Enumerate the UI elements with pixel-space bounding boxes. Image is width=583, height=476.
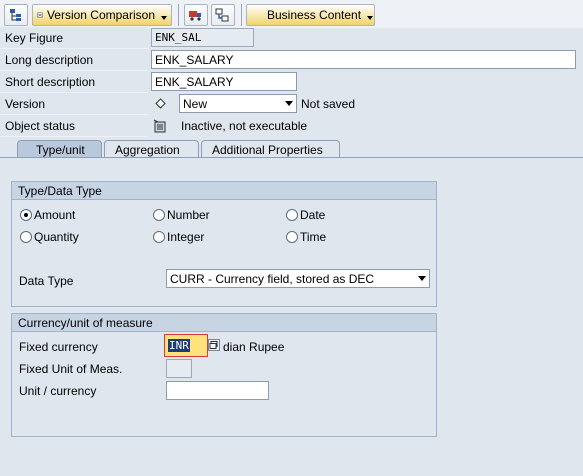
radio-number[interactable]: Number	[153, 208, 210, 222]
radio-icon	[153, 231, 165, 243]
radio-quantity[interactable]: Quantity	[20, 230, 79, 244]
fixed-unit-label: Fixed Unit of Meas.	[19, 362, 123, 376]
business-content-button[interactable]: Business Content	[246, 4, 375, 26]
version-row: Version New Not saved	[0, 93, 583, 115]
fixed-unit-field	[166, 359, 192, 378]
radio-label: Quantity	[34, 230, 79, 244]
currency-description: dian Rupee	[223, 340, 285, 354]
business-content-label: Business Content	[267, 8, 362, 22]
version-select[interactable]: New	[179, 94, 297, 113]
short-description-row: Short description ENK_SALARY	[0, 71, 583, 93]
transport-button[interactable]	[184, 4, 208, 26]
key-figure-label: Key Figure	[0, 27, 148, 49]
key-figure-row: Key Figure ENK_SAL	[0, 27, 583, 49]
inactive-object-icon	[153, 119, 166, 133]
dropdown-icon	[161, 16, 167, 20]
data-type-value: CURR - Currency field, stored as DEC	[170, 272, 375, 286]
radio-amount[interactable]: Amount	[20, 208, 75, 222]
unit-currency-label: Unit / currency	[19, 384, 97, 398]
group-title: Type/Data Type	[12, 182, 436, 200]
object-status-value: Inactive, not executable	[181, 119, 308, 133]
version-comparison-button[interactable]: Version Comparison	[32, 4, 172, 26]
group-title: Currency/unit of measure	[12, 314, 436, 332]
chevron-down-icon	[285, 101, 293, 106]
unit-currency-input[interactable]	[166, 381, 269, 400]
version-label: Version	[0, 93, 148, 115]
save-status: Not saved	[301, 97, 356, 111]
currency-unit-group: Currency/unit of measure Fixed currency …	[11, 313, 437, 437]
tab-panel: Type/Data Type Amount Number Date Quanti…	[0, 158, 583, 476]
tab-strip: Type/unit Aggregation Additional Propert…	[0, 140, 583, 158]
dropdown-icon	[367, 16, 374, 20]
long-description-label: Long description	[0, 49, 148, 71]
radio-label: Time	[300, 230, 327, 244]
diamond-icon	[155, 98, 166, 109]
radio-label: Integer	[167, 230, 205, 244]
radio-icon	[286, 209, 298, 221]
fixed-currency-value: INR	[168, 339, 190, 352]
radio-integer[interactable]: Integer	[153, 230, 204, 244]
radio-time[interactable]: Time	[286, 230, 326, 244]
version-comparison-label: Version Comparison	[46, 8, 155, 22]
tab-aggregation[interactable]: Aggregation	[104, 140, 199, 158]
tab-type-unit[interactable]: Type/unit	[17, 140, 102, 158]
radio-selected-icon	[20, 209, 32, 221]
key-figure-field: ENK_SAL	[151, 28, 254, 47]
short-description-input[interactable]: ENK_SALARY	[151, 72, 297, 91]
tab-additional-properties[interactable]: Additional Properties	[201, 140, 340, 158]
data-type-label: Data Type	[19, 274, 74, 288]
value-help-icon[interactable]	[208, 339, 220, 351]
radio-label: Date	[300, 208, 326, 222]
chevron-down-icon	[418, 276, 426, 281]
hierarchy-icon	[10, 9, 21, 21]
data-type-select[interactable]: CURR - Currency field, stored as DEC	[166, 269, 430, 288]
truck-icon	[189, 11, 201, 21]
object-status-row: Object status Inactive, not executable	[0, 115, 583, 137]
hierarchy-button[interactable]	[4, 4, 28, 26]
version-value: New	[183, 97, 208, 111]
radio-icon	[286, 231, 298, 243]
fixed-currency-label: Fixed currency	[19, 340, 98, 354]
radio-icon	[20, 231, 32, 243]
application-toolbar: Version Comparison Business Content	[0, 0, 583, 28]
toolbar-separator	[241, 4, 242, 26]
long-description-input[interactable]: ENK_SALARY	[151, 50, 576, 69]
type-data-type-group: Type/Data Type Amount Number Date Quanti…	[11, 181, 437, 307]
radio-date[interactable]: Date	[286, 208, 325, 222]
radio-label: Number	[167, 208, 210, 222]
fixed-currency-input[interactable]: INR	[164, 334, 208, 357]
toolbar-separator	[178, 4, 179, 26]
radio-label: Amount	[34, 208, 76, 222]
long-description-row: Long description ENK_SALARY	[0, 49, 583, 71]
short-description-label: Short description	[0, 71, 148, 93]
version-comparison-icon	[37, 12, 43, 18]
radio-icon	[153, 209, 165, 221]
object-status-label: Object status	[0, 115, 148, 137]
where-used-icon	[215, 8, 229, 22]
where-used-button[interactable]	[211, 4, 235, 26]
